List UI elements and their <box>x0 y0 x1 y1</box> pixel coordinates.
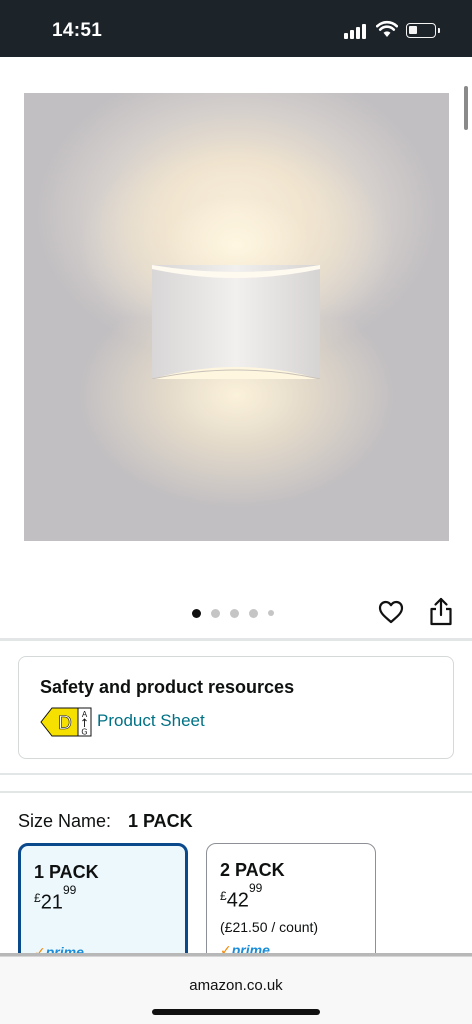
battery-icon <box>406 23 440 38</box>
home-indicator[interactable] <box>152 1009 320 1015</box>
section-divider <box>0 773 472 775</box>
energy-scale-bottom: G <box>81 728 87 737</box>
section-divider <box>0 791 472 793</box>
safety-resources-card: Safety and product resources D A G Produ… <box>18 656 454 759</box>
option-unit-price: (£21.50 / count) <box>220 919 319 935</box>
energy-scale-top: A <box>82 710 88 719</box>
option-price: £2199 <box>34 883 77 914</box>
option-name: 1 PACK <box>34 862 99 882</box>
image-pagination[interactable] <box>192 608 274 618</box>
safety-title: Safety and product resources <box>40 677 295 697</box>
pagination-dot[interactable] <box>211 608 220 618</box>
share-icon[interactable] <box>428 597 454 627</box>
energy-label-icon[interactable]: D A G <box>40 707 92 737</box>
wifi-icon <box>376 20 398 37</box>
url-bar[interactable]: amazon.co.uk <box>0 977 472 994</box>
option-name: 2 PACK <box>220 860 285 880</box>
size-selected-value: 1 PACK <box>128 811 193 831</box>
product-sheet-link[interactable]: Product Sheet <box>97 711 205 731</box>
size-name-label: Size Name: <box>18 811 112 831</box>
wall-lamp-illustration <box>151 265 321 379</box>
heart-icon[interactable] <box>377 598 405 626</box>
cellular-signal-icon <box>344 23 370 39</box>
energy-class-letter: D <box>58 713 72 734</box>
status-time: 14:51 <box>52 20 103 41</box>
browser-bottom-bar: amazon.co.uk <box>0 956 472 1024</box>
section-divider <box>0 638 472 641</box>
pagination-dot[interactable] <box>268 610 274 616</box>
pagination-dot[interactable] <box>230 608 239 618</box>
option-price: £4299 <box>220 881 263 912</box>
pagination-dot-active[interactable] <box>192 608 201 618</box>
scrollbar[interactable] <box>464 86 468 130</box>
status-bar: 14:51 <box>0 0 472 57</box>
product-image[interactable] <box>24 93 449 541</box>
pagination-dot[interactable] <box>249 608 258 618</box>
